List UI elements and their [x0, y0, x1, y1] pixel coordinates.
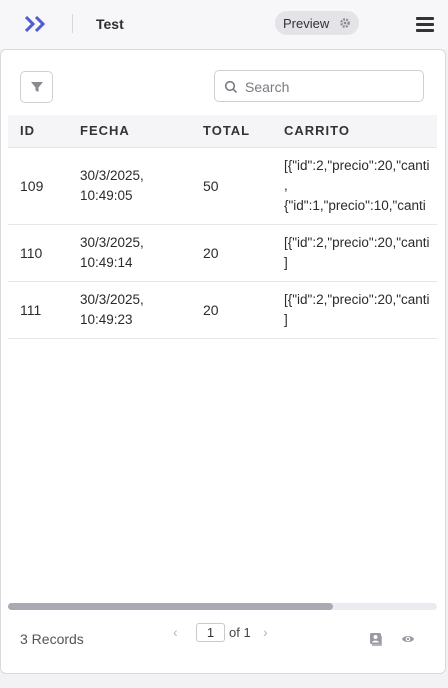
table-row[interactable]: 111 30/3/2025, 10:49:23 20 [{"id":2,"pre… — [8, 281, 437, 339]
scrollbar-thumb[interactable] — [8, 603, 333, 610]
double-chevron-logo-icon[interactable] — [25, 16, 49, 32]
table-header-row: ID FECHA TOTAL CARRITO — [8, 115, 437, 148]
cell-fecha: 30/3/2025, 10:49:14 — [68, 224, 191, 282]
cell-carrito: [{"id":2,"precio":20,"canti ] — [272, 224, 437, 282]
previous-page-button[interactable]: ‹ — [173, 624, 178, 640]
column-header-total[interactable]: TOTAL — [191, 115, 272, 148]
cell-carrito: [{"id":2,"precio":20,"canti , {"id":1,"p… — [272, 147, 437, 225]
cell-total: 50 — [191, 147, 272, 225]
preview-label: Preview — [283, 16, 330, 31]
filter-icon — [31, 82, 43, 92]
column-header-fecha[interactable]: FECHA — [68, 115, 191, 148]
page-total-label: of 1 — [229, 625, 251, 640]
cell-id: 109 — [8, 147, 68, 225]
horizontal-scrollbar[interactable] — [8, 603, 437, 610]
next-page-button[interactable]: › — [263, 624, 268, 640]
gear-icon — [340, 18, 350, 28]
filter-button[interactable] — [20, 71, 53, 103]
table-row[interactable]: 109 30/3/2025, 10:49:05 50 [{"id":2,"pre… — [8, 147, 437, 225]
records-card: ID FECHA TOTAL CARRITO 109 30/3/2025, 10… — [0, 49, 446, 674]
hamburger-menu-icon[interactable] — [416, 14, 434, 34]
search-field[interactable] — [214, 70, 424, 102]
column-header-carrito[interactable]: CARRITO — [272, 115, 437, 148]
search-icon — [224, 80, 238, 94]
records-count: 3 Records — [20, 631, 84, 647]
table-row[interactable]: 110 30/3/2025, 10:49:14 20 [{"id":2,"pre… — [8, 224, 437, 282]
app-title: Test — [96, 16, 124, 32]
cell-carrito: [{"id":2,"precio":20,"canti ] — [272, 281, 437, 339]
column-header-id[interactable]: ID — [8, 115, 68, 148]
preview-button[interactable]: Preview — [275, 11, 359, 35]
cell-fecha: 30/3/2025, 10:49:05 — [68, 147, 191, 225]
cell-fecha: 30/3/2025, 10:49:23 — [68, 281, 191, 339]
cell-total: 20 — [191, 224, 272, 282]
cell-total: 20 — [191, 281, 272, 339]
eye-icon[interactable] — [401, 632, 415, 646]
records-table: ID FECHA TOTAL CARRITO 109 30/3/2025, 10… — [8, 115, 437, 340]
page-number-input[interactable]: 1 — [196, 623, 225, 642]
cell-id: 111 — [8, 281, 68, 339]
header-divider — [72, 14, 73, 33]
export-contact-icon[interactable] — [369, 632, 383, 646]
top-bar: Test Preview — [0, 0, 448, 49]
cell-id: 110 — [8, 224, 68, 282]
search-input[interactable] — [245, 77, 415, 97]
